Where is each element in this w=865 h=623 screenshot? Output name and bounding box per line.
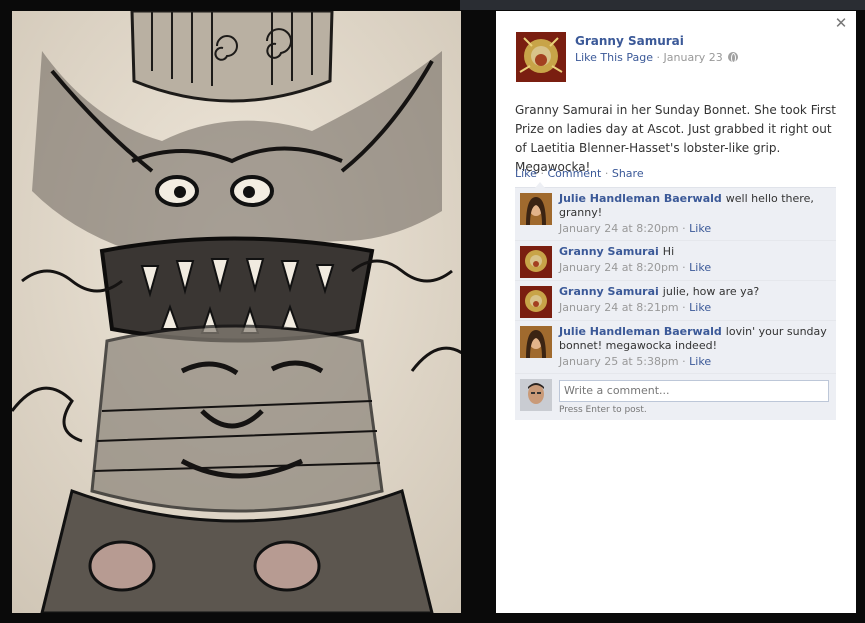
comment-item: Granny Samurai Hi January 24 at 8:20pm · …: [515, 241, 836, 281]
post-meta: Like This Page · January 23: [575, 51, 739, 64]
commenter-avatar[interactable]: [520, 193, 552, 225]
comment-author[interactable]: Julie Handleman Baerwald: [559, 325, 722, 338]
comment-author[interactable]: Granny Samurai: [559, 245, 659, 258]
comment-text: Hi: [662, 245, 675, 258]
background-page-strip: [460, 0, 865, 10]
comment-text: julie, how are ya?: [662, 285, 760, 298]
comment-like-link[interactable]: Like: [689, 261, 711, 274]
comment-like-link[interactable]: Like: [689, 355, 711, 368]
meta-separator: ·: [682, 355, 686, 368]
comment-time[interactable]: January 24 at 8:20pm: [559, 222, 679, 235]
share-link[interactable]: Share: [612, 167, 644, 180]
comment-time[interactable]: January 24 at 8:21pm: [559, 301, 679, 314]
comment-time[interactable]: January 25 at 5:38pm: [559, 355, 679, 368]
reply-hint: Press Enter to post.: [559, 404, 647, 415]
commenter-avatar[interactable]: [520, 286, 552, 318]
post-panel: ✕ Granny Samurai Like This Page · Januar…: [496, 11, 856, 613]
comment-like-link[interactable]: Like: [689, 301, 711, 314]
comment-item: Granny Samurai julie, how are ya? January…: [515, 281, 836, 321]
post-header: Granny Samurai Like This Page · January …: [516, 32, 836, 82]
action-separator: ·: [604, 167, 609, 180]
close-icon[interactable]: ✕: [834, 15, 848, 31]
meta-separator: ·: [656, 51, 661, 64]
comment-author[interactable]: Granny Samurai: [559, 285, 659, 298]
comment-link[interactable]: Comment: [547, 167, 601, 180]
like-link[interactable]: Like: [515, 167, 537, 180]
comment-time[interactable]: January 24 at 8:20pm: [559, 261, 679, 274]
post-date[interactable]: January 23: [664, 51, 723, 64]
like-page-link[interactable]: Like This Page: [575, 51, 653, 64]
post-text: Granny Samurai in her Sunday Bonnet. She…: [515, 103, 836, 174]
action-separator: ·: [540, 167, 544, 180]
comment-item: Julie Handleman Baerwald lovin' your sund…: [515, 321, 836, 374]
commenter-avatar[interactable]: [520, 246, 552, 278]
page-avatar[interactable]: [516, 32, 566, 82]
photo[interactable]: [12, 11, 461, 613]
globe-icon: [728, 52, 739, 63]
viewer-avatar: [520, 379, 552, 411]
comment-list: Julie Handleman Baerwald well hello there…: [515, 182, 836, 420]
reply-box: Press Enter to post.: [515, 374, 836, 420]
samurai-ink-drawing: [12, 11, 461, 613]
meta-separator: ·: [682, 301, 686, 314]
page-name[interactable]: Granny Samurai: [575, 34, 684, 48]
comment-item: Julie Handleman Baerwald well hello there…: [515, 188, 836, 241]
post-actions: Like · Comment · Share: [515, 167, 644, 180]
comment-like-link[interactable]: Like: [689, 222, 711, 235]
commenter-avatar[interactable]: [520, 326, 552, 358]
comment-input[interactable]: [559, 379, 829, 402]
comment-author[interactable]: Julie Handleman Baerwald: [559, 192, 722, 205]
meta-separator: ·: [682, 261, 686, 274]
meta-separator: ·: [682, 222, 686, 235]
